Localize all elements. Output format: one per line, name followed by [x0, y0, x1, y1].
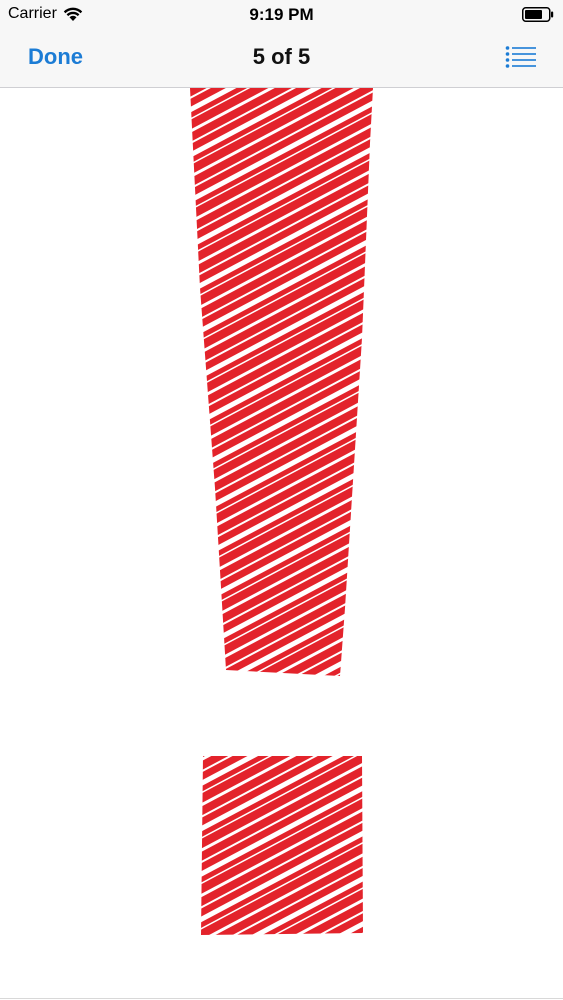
preview-content: [0, 88, 563, 999]
bottom-divider: [0, 998, 563, 999]
page-title: 5 of 5: [252, 44, 311, 69]
exclamation-bar: [190, 88, 373, 676]
exclamation-mark-image: [190, 88, 373, 935]
battery-icon: [522, 7, 554, 22]
list-icon[interactable]: [505, 45, 537, 69]
status-bar: Carrier 9:19 PM: [0, 0, 563, 30]
status-time: 9:19 PM: [249, 5, 314, 24]
exclamation-dot: [201, 756, 363, 935]
navigation-bar: Done 5 of 5: [0, 30, 563, 88]
quick-look-screen: Carrier 9:19 PM Done 5 of 5: [0, 0, 563, 1000]
